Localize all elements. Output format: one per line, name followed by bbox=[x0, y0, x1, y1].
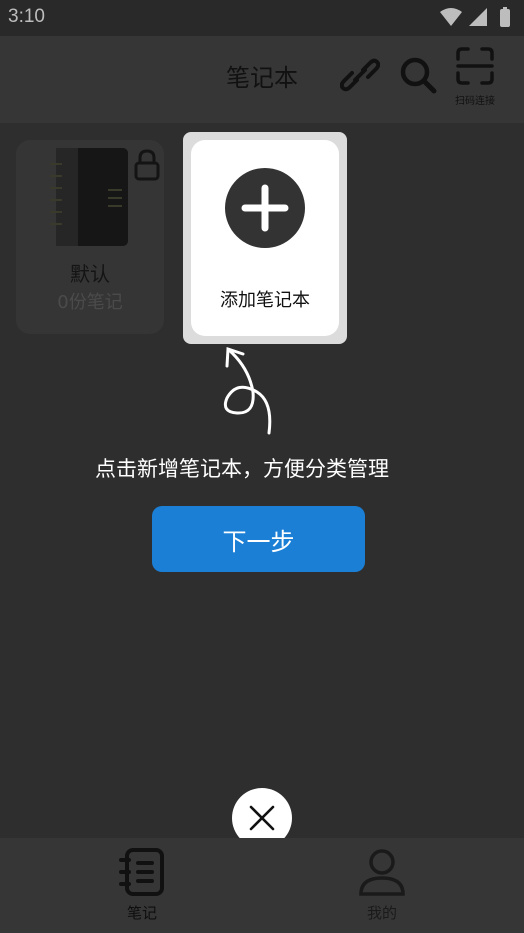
link-icon[interactable] bbox=[340, 55, 380, 95]
page-title: 笔记本 bbox=[226, 64, 298, 92]
close-icon bbox=[249, 805, 275, 831]
add-icon bbox=[225, 168, 305, 248]
nav-label-mine: 我的 bbox=[366, 904, 397, 922]
next-step-button[interactable]: 下一步 bbox=[152, 506, 365, 572]
add-notebook-card[interactable]: 添加笔记本 bbox=[191, 140, 339, 336]
guide-tip: 点击新增笔记本，方便分类管理 bbox=[95, 457, 389, 481]
status-icons bbox=[440, 7, 510, 27]
notebook-name: 默认 bbox=[70, 262, 110, 286]
signal-icon bbox=[469, 8, 487, 26]
wifi-icon bbox=[440, 8, 462, 26]
nav-label-notes: 笔记 bbox=[126, 904, 157, 922]
scan-icon bbox=[456, 47, 494, 85]
person-icon bbox=[359, 849, 405, 896]
scan-label: 扫码连接 bbox=[455, 96, 495, 107]
notebook-icon bbox=[119, 848, 164, 896]
battery-icon bbox=[500, 9, 510, 27]
spotlight-frame: 添加笔记本 bbox=[183, 132, 347, 344]
nav-item-notes[interactable]: 笔记 bbox=[11, 838, 273, 933]
notebook-cover-icon bbox=[50, 148, 128, 246]
notebook-count: 0份笔记 bbox=[57, 292, 123, 313]
status-bar: 3:10 bbox=[0, 0, 524, 36]
add-notebook-label: 添加笔记本 bbox=[220, 290, 310, 311]
curly-arrow-icon bbox=[223, 346, 272, 435]
status-time: 3:10 bbox=[8, 6, 45, 27]
app-bar: 笔记本 扫码连接 bbox=[0, 36, 524, 123]
notebook-card-default[interactable]: 默认 0份笔记 bbox=[16, 140, 164, 334]
bottom-nav: 笔记 我的 bbox=[0, 838, 524, 933]
nav-item-mine[interactable]: 我的 bbox=[251, 838, 513, 933]
search-icon[interactable] bbox=[398, 55, 438, 95]
lock-icon bbox=[134, 149, 160, 181]
